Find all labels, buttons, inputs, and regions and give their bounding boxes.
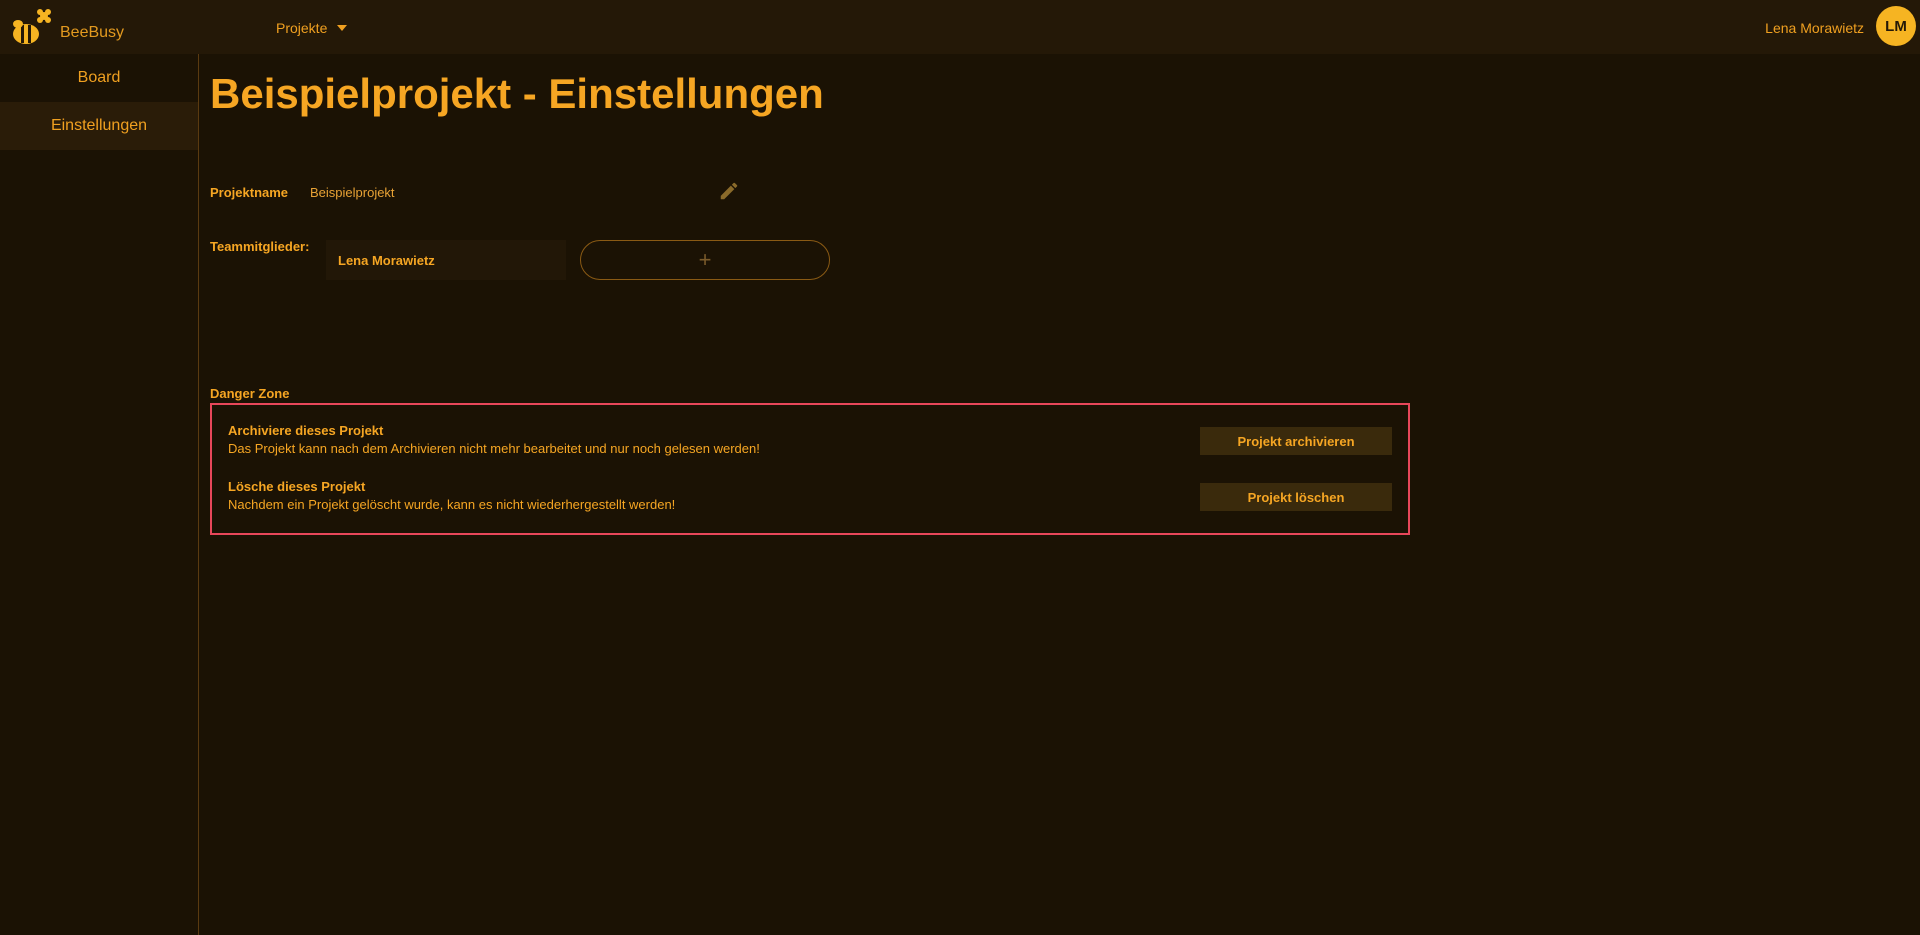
top-navbar: BeeBusy Projekte Lena Morawietz LM (0, 0, 1920, 54)
danger-zone-label: Danger Zone (210, 386, 290, 401)
page-title: Beispielprojekt - Einstellungen (210, 70, 824, 117)
archive-section: Archiviere dieses Projekt Das Projekt ka… (228, 423, 760, 456)
projects-dropdown[interactable]: Projekte (276, 20, 348, 36)
project-name-value: Beispielprojekt (310, 185, 395, 200)
sidebar-item-board[interactable]: Board (0, 54, 198, 102)
danger-zone-box: Archiviere dieses Projekt Das Projekt ka… (210, 403, 1410, 535)
brand-name[interactable]: BeeBusy (60, 24, 124, 42)
sidebar: Board Einstellungen (0, 54, 199, 935)
archive-description: Das Projekt kann nach dem Archivieren ni… (228, 441, 760, 456)
team-member-chip[interactable]: Lena Morawietz (326, 240, 566, 280)
user-name[interactable]: Lena Morawietz (1765, 20, 1864, 36)
delete-description: Nachdem ein Projekt gelöscht wurde, kann… (228, 497, 676, 512)
bee-logo-icon[interactable] (6, 4, 54, 50)
delete-heading: Lösche dieses Projekt (228, 479, 366, 494)
projects-dropdown-label: Projekte (276, 20, 328, 36)
project-name-label: Projektname (210, 185, 289, 200)
pencil-icon[interactable] (718, 180, 740, 202)
delete-section: Lösche dieses Projekt Nachdem ein Projek… (228, 479, 675, 512)
team-members-label: Teammitglieder: (210, 239, 310, 254)
plus-icon: + (698, 247, 712, 272)
archive-project-button[interactable]: Projekt archivieren (1200, 427, 1392, 455)
avatar[interactable]: LM (1876, 6, 1916, 46)
archive-heading: Archiviere dieses Projekt (228, 423, 384, 438)
chevron-down-icon (337, 25, 348, 31)
add-member-button[interactable]: + (580, 240, 830, 280)
delete-project-button[interactable]: Projekt löschen (1200, 483, 1392, 511)
sidebar-item-settings[interactable]: Einstellungen (0, 102, 198, 150)
